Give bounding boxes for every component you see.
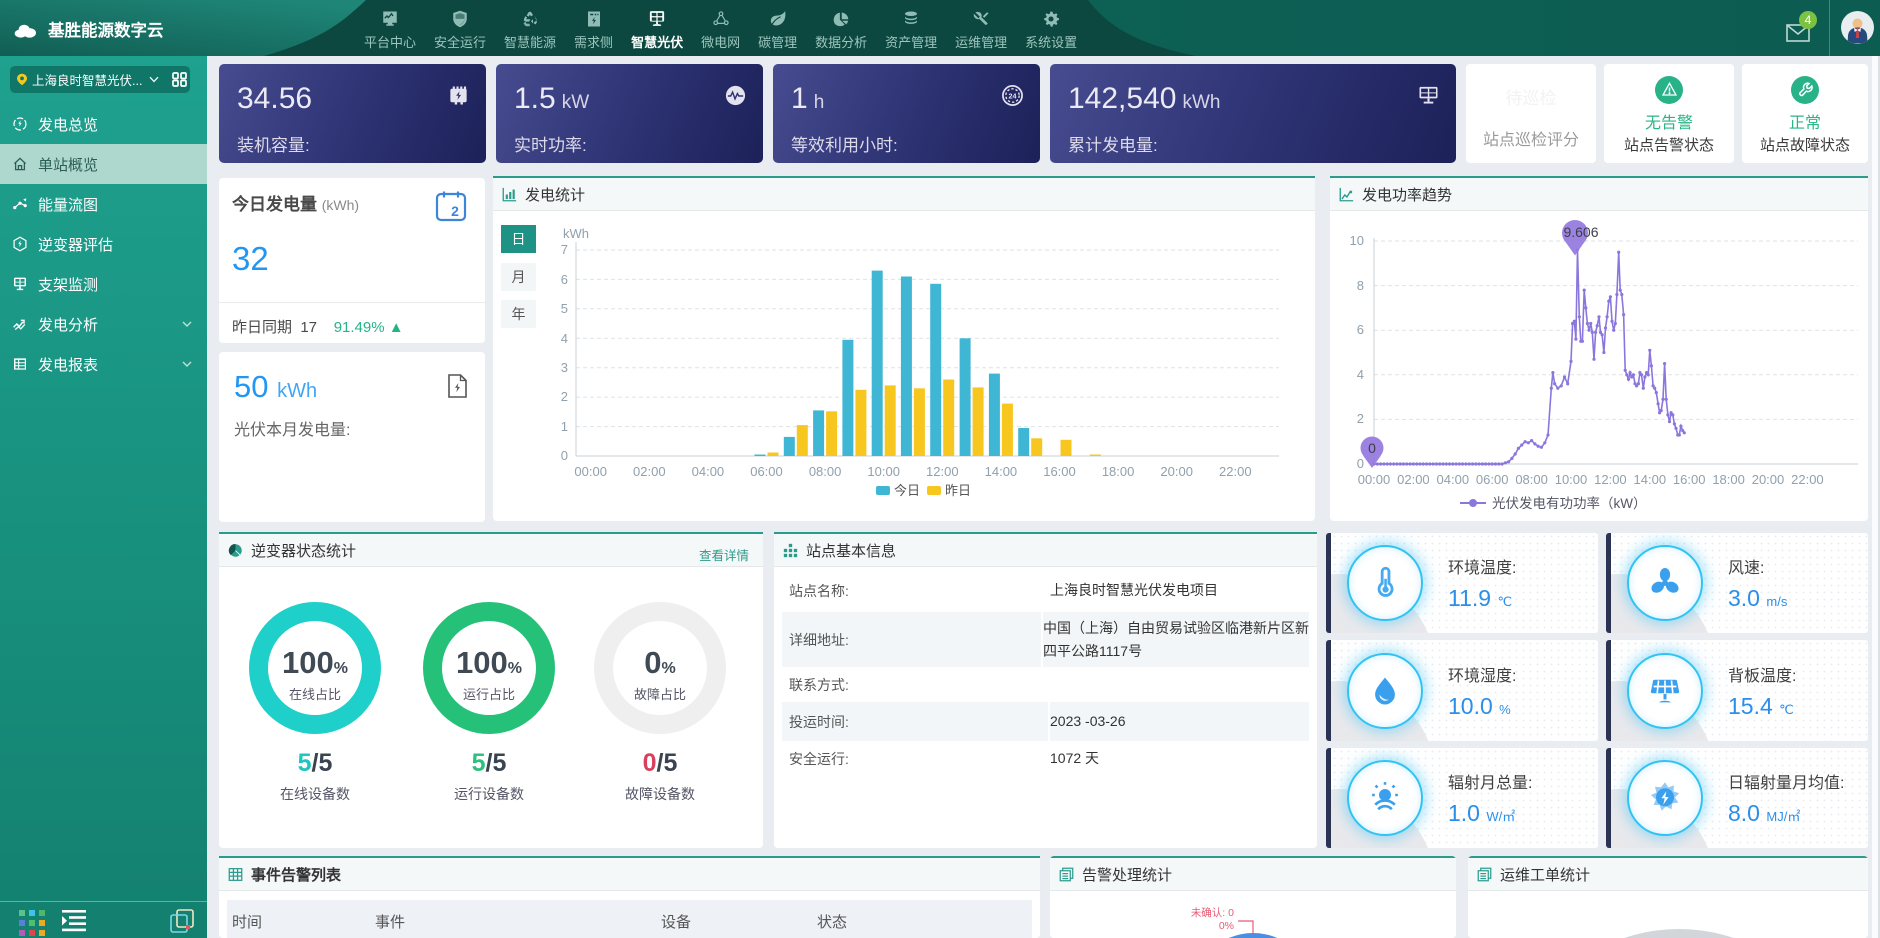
svg-text:光伏发电有功功率（kW）: 光伏发电有功功率（kW）	[1492, 495, 1647, 511]
svg-text:00:00: 00:00	[574, 464, 607, 479]
svg-text:02:00: 02:00	[633, 464, 666, 479]
svg-text:7: 7	[561, 242, 568, 257]
svg-text:1: 1	[561, 419, 568, 434]
svg-text:6: 6	[561, 272, 568, 287]
svg-text:8: 8	[1357, 278, 1364, 293]
svg-text:18:00: 18:00	[1712, 472, 1745, 487]
svg-text:14:00: 14:00	[1634, 472, 1667, 487]
svg-text:4: 4	[1357, 367, 1364, 382]
svg-text:06:00: 06:00	[1476, 472, 1509, 487]
svg-text:04:00: 04:00	[692, 464, 725, 479]
svg-text:2: 2	[561, 389, 568, 404]
svg-text:0: 0	[1357, 456, 1364, 471]
svg-text:5: 5	[561, 301, 568, 316]
svg-text:20:00: 20:00	[1752, 472, 1785, 487]
svg-text:16:00: 16:00	[1043, 464, 1076, 479]
svg-text:9.606: 9.606	[1563, 224, 1598, 240]
svg-text:kWh: kWh	[563, 226, 589, 241]
svg-text:2: 2	[1357, 411, 1364, 426]
svg-text:24: 24	[1009, 92, 1017, 100]
svg-text:0: 0	[561, 448, 568, 463]
svg-text:14:00: 14:00	[985, 464, 1018, 479]
svg-text:12:00: 12:00	[926, 464, 959, 479]
svg-text:02:00: 02:00	[1397, 472, 1430, 487]
svg-text:3: 3	[561, 360, 568, 375]
svg-text:18:00: 18:00	[1102, 464, 1135, 479]
svg-text:22:00: 22:00	[1219, 464, 1252, 479]
svg-text:10:00: 10:00	[1555, 472, 1588, 487]
svg-text:4: 4	[561, 331, 568, 346]
svg-text:10: 10	[1350, 233, 1364, 248]
svg-text:6: 6	[1357, 322, 1364, 337]
svg-text:今日: 今日	[894, 483, 920, 498]
svg-text:00:00: 00:00	[1358, 472, 1391, 487]
svg-text:16:00: 16:00	[1673, 472, 1706, 487]
svg-text:12:00: 12:00	[1594, 472, 1627, 487]
svg-text:04:00: 04:00	[1437, 472, 1470, 487]
svg-text:22:00: 22:00	[1791, 472, 1824, 487]
svg-text:0: 0	[1368, 440, 1376, 456]
svg-text:08:00: 08:00	[809, 464, 842, 479]
svg-text:10:00: 10:00	[867, 464, 900, 479]
svg-text:2: 2	[451, 203, 459, 219]
svg-text:20:00: 20:00	[1160, 464, 1193, 479]
svg-text:06:00: 06:00	[750, 464, 783, 479]
svg-text:昨日: 昨日	[945, 483, 971, 498]
svg-text:08:00: 08:00	[1515, 472, 1548, 487]
